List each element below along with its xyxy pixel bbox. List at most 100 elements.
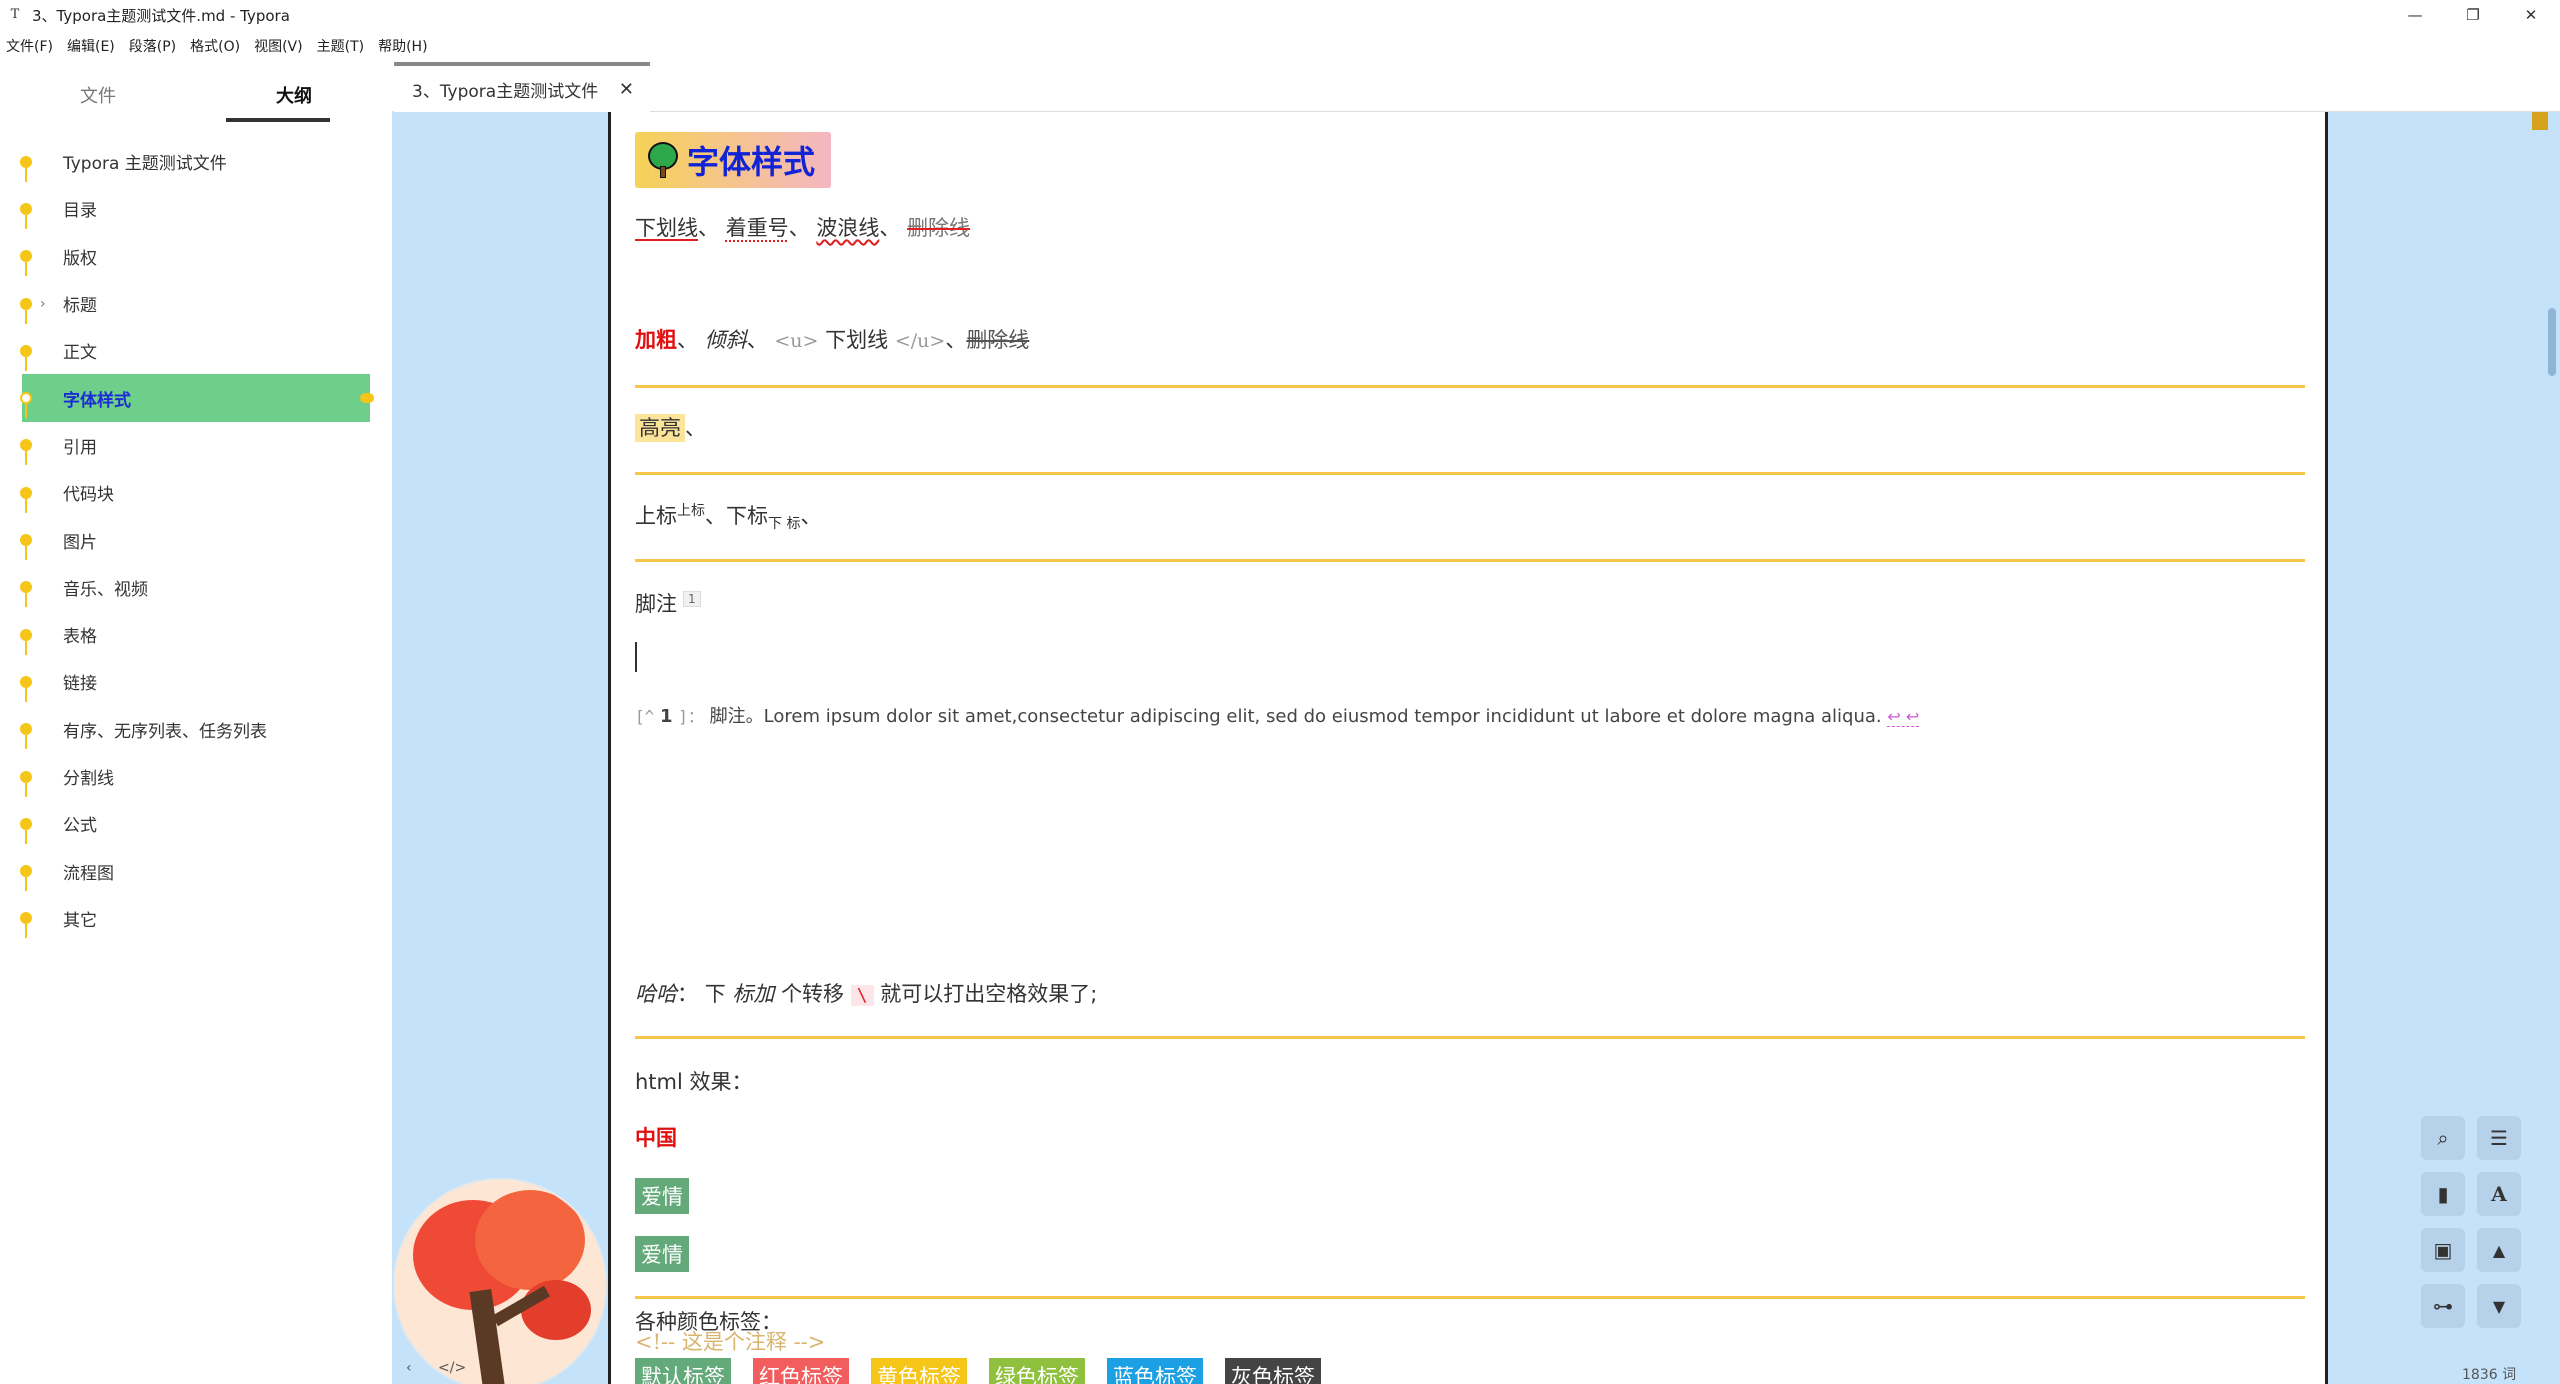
outline-label: 标题	[63, 296, 97, 317]
scroll-position-marker	[2532, 112, 2548, 130]
outline-dot-icon	[20, 675, 32, 702]
outline-label: 公式	[63, 816, 97, 837]
outline-label: 代码块	[63, 485, 114, 506]
outline-dot-icon	[20, 250, 32, 277]
chevron-right-icon[interactable]: ›	[40, 296, 46, 312]
active-tab-underline	[226, 118, 330, 122]
outline-item[interactable]: 引用	[0, 422, 392, 469]
outline-item[interactable]: 音乐、视频	[0, 564, 392, 611]
outline-label: 链接	[63, 674, 97, 695]
menu-paragraph[interactable]: 段落(P)	[129, 36, 176, 56]
superscript-text: 上标	[677, 503, 705, 519]
sitemap-icon[interactable]: ⊶	[2421, 1284, 2465, 1328]
outline-item[interactable]: 有序、无序列表、任务列表	[0, 706, 392, 753]
footnote-mark: [^	[635, 707, 655, 726]
collapse-sidebar-icon[interactable]: ‹	[406, 1360, 412, 1376]
outline-dot-icon	[20, 581, 32, 608]
italic-text: 标加	[732, 982, 775, 1006]
search-icon[interactable]: ⌕	[2421, 1116, 2465, 1160]
outline-item[interactable]: 目录	[0, 185, 392, 232]
love-badge: 爱情	[635, 1236, 689, 1272]
editor-page[interactable]: 字体样式 下划线、 着重号、 波浪线、 删除线 加粗、 倾斜、 <u> 下划线 …	[608, 112, 2328, 1384]
outline-label: 其它	[63, 910, 97, 931]
source-code-icon[interactable]: </>	[438, 1360, 466, 1376]
image-icon[interactable]: ▣	[2421, 1228, 2465, 1272]
document-tab[interactable]: 3、Typora主题测试文件 ✕	[394, 62, 650, 112]
sup-base-text: 上标	[635, 504, 677, 528]
outline-item[interactable]: 链接	[0, 658, 392, 705]
window-controls: — ❐ ✕	[2386, 0, 2560, 30]
outline-dot-icon	[20, 155, 32, 182]
outline-item[interactable]: 分割线	[0, 753, 392, 800]
outline-item[interactable]: 版权	[0, 233, 392, 280]
outline-item[interactable]: 表格	[0, 611, 392, 658]
scrollbar-thumb[interactable]	[2548, 308, 2556, 376]
scroll-up-icon[interactable]: ▲	[2477, 1228, 2521, 1272]
menu-edit[interactable]: 编辑(E)	[67, 36, 115, 56]
sidebar-tabs: 文件 大纲	[0, 62, 392, 128]
bookmark-icon[interactable]: ▮	[2421, 1172, 2465, 1216]
outline-dot-icon	[20, 202, 32, 229]
outline-label: 分割线	[63, 769, 114, 789]
outline-item[interactable]: Typora 主题测试文件	[0, 138, 392, 185]
separator: 、	[746, 328, 768, 352]
menu-view[interactable]: 视图(V)	[254, 36, 303, 56]
plain-text: 下	[704, 982, 726, 1006]
italic-text: 哈哈	[635, 982, 677, 1006]
outline-label: 版权	[63, 248, 97, 269]
strikethrough-text: 删除线	[907, 216, 971, 240]
heading-font-styles: 字体样式	[635, 132, 832, 188]
bold-italic-line: 加粗、 倾斜、 <u> 下划线 </u>、删除线	[635, 324, 1029, 354]
outline-item-active[interactable]: 字体样式	[20, 374, 374, 422]
close-icon[interactable]: ✕	[619, 79, 634, 100]
outline-dot-icon	[20, 486, 32, 513]
love-badge: 爱情	[635, 1178, 689, 1214]
sub-base-text: 下标	[726, 504, 768, 528]
outline-dot-icon	[20, 912, 32, 939]
menu-icon[interactable]: ☰	[2477, 1116, 2521, 1160]
outline-item[interactable]: 流程图	[0, 847, 392, 894]
tag-blue: 蓝色标签	[1107, 1358, 1203, 1384]
divider	[635, 472, 2305, 475]
menu-help[interactable]: 帮助(H)	[378, 36, 427, 56]
word-count: 1836 词	[2462, 1367, 2517, 1383]
menu-file[interactable]: 文件(F)	[6, 36, 53, 56]
window-title: 3、Typora主题测试文件.md - Typora	[32, 6, 290, 25]
outline-dot-icon	[20, 770, 32, 797]
outline-marker-icon	[360, 393, 374, 404]
menu-theme[interactable]: 主题(T)	[317, 36, 364, 56]
separator: 、	[788, 216, 810, 240]
maximize-button[interactable]: ❐	[2444, 0, 2502, 30]
footnote-text: 脚注	[635, 592, 677, 616]
footnote-ref[interactable]: 1	[683, 591, 701, 607]
outline-item[interactable]: › 标题	[0, 280, 392, 327]
separator: ：	[677, 982, 698, 1006]
font-icon[interactable]: A	[2477, 1172, 2521, 1216]
minimize-button[interactable]: —	[2386, 0, 2444, 30]
footnote-line: 脚注 1	[635, 588, 701, 618]
outline-label: 引用	[63, 437, 97, 458]
menu-format[interactable]: 格式(O)	[190, 36, 240, 56]
outline-item[interactable]: 图片	[0, 516, 392, 563]
footnote-backlink[interactable]: ↩ ↩	[1887, 707, 1920, 727]
outline-dot-icon	[20, 392, 32, 419]
document-tab-label: 3、Typora主题测试文件	[412, 81, 599, 102]
separator: 、	[945, 328, 967, 352]
outline-label: 字体样式	[63, 390, 131, 411]
separator: 、	[685, 416, 706, 440]
inline-code: \	[850, 985, 874, 1006]
bold-text: 加粗	[635, 328, 677, 352]
scroll-down-icon[interactable]: ▼	[2477, 1284, 2521, 1328]
outline-label: 音乐、视频	[63, 579, 148, 600]
close-window-button[interactable]: ✕	[2502, 0, 2560, 30]
html-effect-label: html 效果：	[635, 1070, 753, 1094]
outline-item[interactable]: 公式	[0, 800, 392, 847]
outline-item[interactable]: 代码块	[0, 469, 392, 516]
tab-files[interactable]: 文件	[0, 62, 196, 128]
text-caret	[635, 642, 637, 672]
outline-item[interactable]: 正文	[0, 327, 392, 374]
outline-item[interactable]: 其它	[0, 895, 392, 942]
divider	[635, 385, 2305, 388]
outline-label: 流程图	[63, 863, 114, 884]
china-text: 中国	[635, 1126, 677, 1150]
